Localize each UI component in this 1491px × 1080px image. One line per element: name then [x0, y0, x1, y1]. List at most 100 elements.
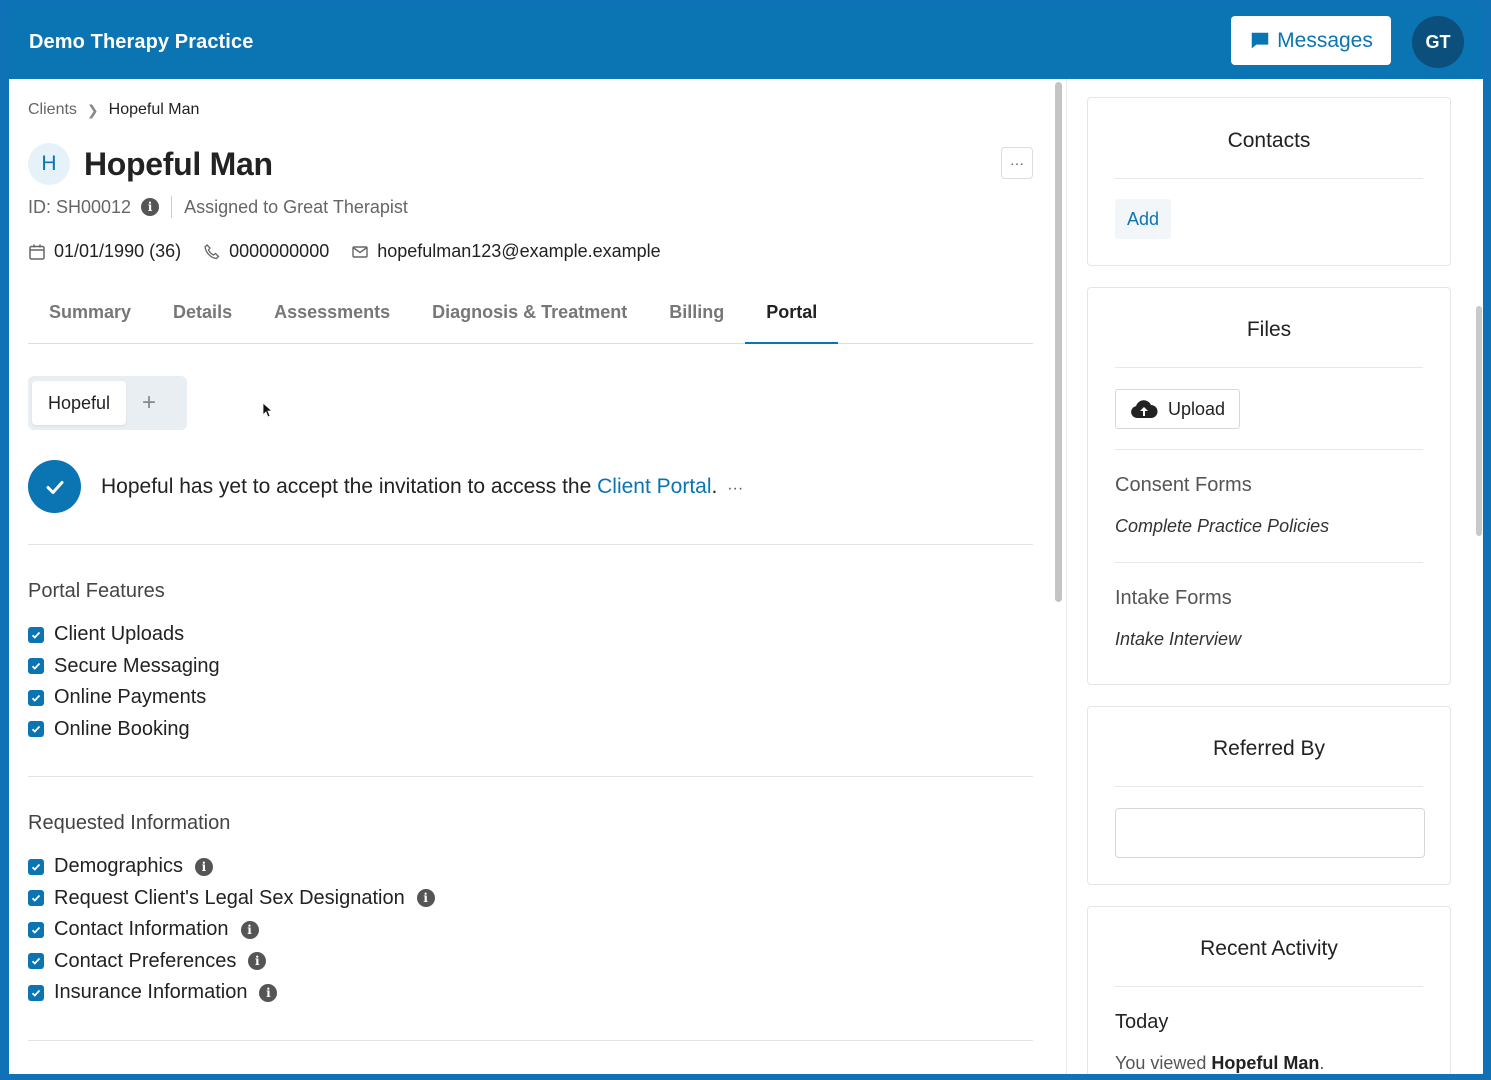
- chevron-right-icon: ❯: [86, 101, 99, 118]
- practice-name[interactable]: Demo Therapy Practice: [29, 31, 253, 54]
- card-divider: [1115, 449, 1423, 450]
- client-avatar: H: [28, 143, 70, 185]
- feature-label: Secure Messaging: [54, 654, 220, 677]
- envelope-icon: [352, 245, 368, 258]
- list-item[interactable]: Online Booking: [28, 714, 220, 746]
- list-item[interactable]: Request Client's Legal Sex Designation i: [28, 883, 435, 915]
- activity-subject[interactable]: Hopeful Man: [1211, 1053, 1319, 1073]
- client-portal-link[interactable]: Client Portal: [597, 475, 711, 498]
- requested-info-title: Requested Information: [28, 812, 231, 834]
- info-icon[interactable]: i: [248, 952, 267, 971]
- chat-icon: [1251, 32, 1269, 48]
- checkbox-checked-icon[interactable]: [28, 921, 44, 938]
- section-divider: [28, 776, 1033, 777]
- activity-prefix: You viewed: [1115, 1053, 1212, 1073]
- portal-features-title: Portal Features: [28, 580, 165, 602]
- check-circle-icon: [28, 460, 81, 513]
- user-avatar[interactable]: GT: [1412, 16, 1464, 68]
- requested-label: Demographics: [54, 855, 183, 878]
- recent-activity-title: Recent Activity: [1200, 937, 1338, 960]
- activity-suffix: .: [1319, 1053, 1325, 1073]
- info-icon[interactable]: i: [240, 920, 259, 939]
- cloud-upload-icon: [1131, 400, 1158, 418]
- tab-billing[interactable]: Billing: [648, 290, 745, 344]
- client-tabs: Summary Details Assessments Diagnosis & …: [28, 290, 1033, 344]
- add-contact-button[interactable]: Add: [1115, 199, 1172, 239]
- referred-by-title: Referred By: [1212, 737, 1326, 760]
- panel-divider: [1066, 79, 1067, 1074]
- list-item[interactable]: Client Uploads: [28, 619, 220, 651]
- invite-more-button[interactable]: ···: [727, 480, 743, 497]
- list-item[interactable]: Insurance Information i: [28, 977, 435, 1009]
- client-main-panel: Clients ❯ Hopeful Man H Hopeful Man ··· …: [9, 79, 1054, 1074]
- assigned-therapist: Assigned to Great Therapist: [184, 196, 408, 217]
- tab-diagnosis-treatment[interactable]: Diagnosis & Treatment: [411, 290, 648, 344]
- intake-form-item[interactable]: Intake Interview: [1115, 629, 1241, 650]
- info-icon[interactable]: i: [259, 983, 278, 1002]
- checkbox-checked-icon[interactable]: [28, 858, 44, 875]
- checkbox-checked-icon[interactable]: [28, 658, 44, 675]
- requested-label: Contact Preferences: [54, 949, 237, 972]
- checkbox-checked-icon[interactable]: [28, 689, 44, 706]
- client-email[interactable]: hopefulman123@example.example: [377, 241, 660, 262]
- checkbox-checked-icon[interactable]: [28, 953, 44, 970]
- referred-by-input[interactable]: [1115, 808, 1425, 858]
- contacts-card: Contacts Add: [1087, 97, 1451, 266]
- email-item: hopefulman123@example.example: [351, 241, 661, 262]
- client-phone[interactable]: 0000000000: [229, 241, 329, 262]
- phone-icon: [204, 243, 220, 259]
- invite-suffix: .: [711, 474, 718, 498]
- card-divider: [1115, 986, 1423, 987]
- checkbox-checked-icon[interactable]: [28, 626, 44, 643]
- sidebar-scrollbar[interactable]: [1476, 306, 1482, 536]
- upload-button[interactable]: Upload: [1115, 389, 1240, 429]
- portal-features-list: Client Uploads Secure Messaging Online P…: [28, 619, 220, 745]
- add-portal-user-button[interactable]: +: [126, 389, 172, 417]
- card-divider: [1115, 786, 1423, 787]
- checkbox-checked-icon[interactable]: [28, 984, 44, 1001]
- info-icon[interactable]: i: [194, 857, 213, 876]
- tab-summary[interactable]: Summary: [28, 290, 152, 344]
- list-item[interactable]: Demographics i: [28, 851, 435, 883]
- feature-label: Online Booking: [54, 717, 190, 740]
- list-item[interactable]: Contact Preferences i: [28, 946, 435, 978]
- requested-info-list: Demographics i Request Client's Legal Sex…: [28, 851, 435, 1009]
- tab-portal[interactable]: Portal: [745, 290, 839, 344]
- client-dob: 01/01/1990 (36): [54, 241, 182, 261]
- invite-prefix: Hopeful has yet to accept the invitation…: [101, 474, 598, 498]
- files-card: Files Upload Consent Forms Complete Prac…: [1087, 287, 1451, 685]
- feature-label: Online Payments: [54, 686, 207, 709]
- phone-item: 0000000000: [203, 241, 329, 262]
- list-item[interactable]: Contact Information i: [28, 914, 435, 946]
- invite-message: Hopeful has yet to accept the invitation…: [101, 475, 743, 499]
- tab-assessments[interactable]: Assessments: [253, 290, 411, 344]
- activity-day: Today: [1115, 1011, 1169, 1033]
- info-icon[interactable]: i: [141, 198, 160, 216]
- top-bar: Demo Therapy Practice Messages GT: [9, 6, 1483, 79]
- referred-by-card: Referred By: [1087, 706, 1451, 885]
- mouse-cursor-icon: [262, 402, 272, 418]
- messages-button[interactable]: Messages: [1231, 16, 1391, 65]
- list-item[interactable]: Online Payments: [28, 682, 220, 714]
- client-header: H Hopeful Man: [28, 143, 273, 185]
- activity-entry: You viewed Hopeful Man.: [1115, 1053, 1324, 1074]
- main-scrollbar[interactable]: [1055, 82, 1062, 602]
- dob-item: 01/01/1990 (36): [28, 241, 181, 262]
- portal-user-tab[interactable]: Hopeful: [32, 381, 127, 425]
- client-contact-line: 01/01/1990 (36) 0000000000 hopefulman123…: [28, 241, 661, 262]
- checkbox-checked-icon[interactable]: [28, 721, 44, 738]
- tab-details[interactable]: Details: [152, 290, 253, 344]
- breadcrumb: Clients ❯ Hopeful Man: [28, 101, 199, 119]
- consent-form-item[interactable]: Complete Practice Policies: [1115, 516, 1329, 537]
- info-icon[interactable]: i: [416, 889, 435, 908]
- portal-invite-status: Hopeful has yet to accept the invitation…: [28, 460, 743, 513]
- client-more-button[interactable]: ···: [1001, 147, 1033, 179]
- checkbox-checked-icon[interactable]: [28, 890, 44, 907]
- breadcrumb-current: Hopeful Man: [108, 101, 200, 118]
- app-frame: Demo Therapy Practice Messages GT Client…: [9, 6, 1483, 1074]
- section-divider: [28, 1040, 1033, 1041]
- breadcrumb-clients-link[interactable]: Clients: [28, 101, 77, 119]
- client-meta: ID: SH00012 i Assigned to Great Therapis…: [28, 196, 408, 218]
- portal-user-switcher: Hopeful +: [28, 376, 187, 430]
- list-item[interactable]: Secure Messaging: [28, 651, 220, 683]
